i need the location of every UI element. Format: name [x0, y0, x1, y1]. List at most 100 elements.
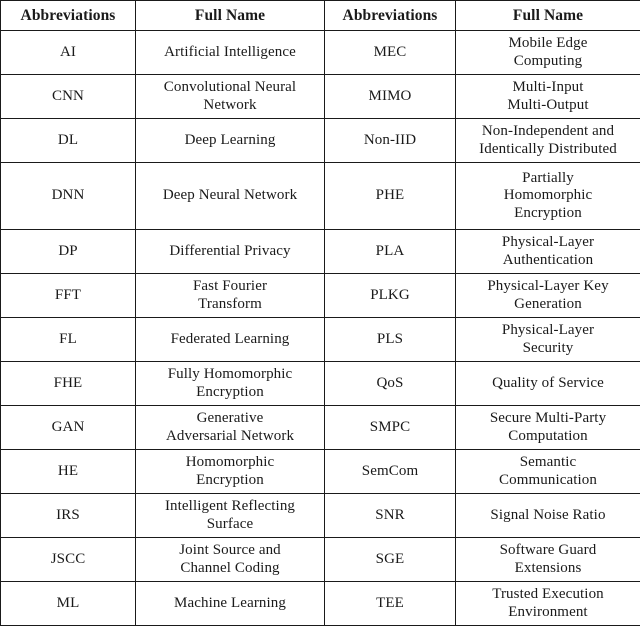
cell-full-name-right: Signal Noise Ratio — [455, 493, 640, 538]
cell-line: Homomorphic — [503, 187, 593, 204]
cell-line: Convolutional Neural — [163, 79, 297, 96]
table-row: FL Federated Learning PLS Physical-Layer Sec… — [0, 317, 640, 362]
cell-line: Physical-Layer — [501, 234, 595, 251]
table-row: ML Machine Learning TEE Trusted Execution En… — [0, 581, 640, 626]
cell-full-name-left: Joint Source and Channel Coding — [135, 537, 325, 582]
cell-line: FFT — [54, 286, 82, 303]
cell-abbreviation-right: Non-IID — [324, 118, 456, 163]
cell-line: Software Guard — [499, 542, 597, 559]
cell-full-name-right: Software Guard Extensions — [455, 537, 640, 582]
cell-line: DL — [57, 131, 79, 148]
cell-abbreviation-left: DP — [0, 229, 136, 274]
table-row: FFT Fast Fourier Transform PLKG Physical-Lay… — [0, 273, 640, 318]
cell-abbreviation-left: FHE — [0, 361, 136, 406]
cell-full-name-left: Homomorphic Encryption — [135, 449, 325, 494]
cell-full-name-right: Multi-Input Multi-Output — [455, 74, 640, 119]
table-row: HE Homomorphic Encryption SemCom Semantic Com… — [0, 449, 640, 494]
cell-abbreviation-left: DL — [0, 118, 136, 163]
table-header: Abbreviations Full Name Abbreviations Fu… — [0, 0, 640, 31]
cell-line: Artificial Intelligence — [164, 43, 296, 60]
cell-full-name-right: Partially Homomorphic Encryption — [455, 162, 640, 230]
cell-line: SemCom — [361, 462, 419, 479]
cell-line: Encryption — [196, 383, 264, 400]
cell-abbreviation-right: PLKG — [324, 273, 456, 318]
table-row: DL Deep Learning Non-IID Non-Independent an… — [0, 118, 640, 163]
cell-abbreviation-right: MIMO — [324, 74, 456, 119]
cell-abbreviation-right: PLS — [324, 317, 456, 362]
cell-line: Surface — [206, 515, 254, 532]
cell-full-name-left: Generative Adversarial Network — [135, 405, 325, 450]
cell-line: PLS — [376, 330, 404, 347]
cell-line: SNR — [375, 506, 405, 523]
cell-line: Communication — [499, 471, 597, 488]
table-row: DNN Deep Neural Network PHE Partially Homomo… — [0, 162, 640, 230]
cell-line: ML — [56, 594, 80, 611]
cell-line: SMPC — [369, 418, 411, 435]
cell-abbreviation-right: PHE — [324, 162, 456, 230]
cell-line: Computation — [508, 427, 588, 444]
cell-abbreviation-left: FFT — [0, 273, 136, 318]
table-row: CNN Convolutional Neural Network MIMO Multi-… — [0, 74, 640, 119]
cell-line: Quality of Service — [492, 374, 604, 391]
cell-full-name-left: Intelligent Reflecting Surface — [135, 493, 325, 538]
cell-line: Physical-Layer — [501, 322, 595, 339]
cell-abbreviation-left: IRS — [0, 493, 136, 538]
cell-line: QoS — [376, 374, 404, 391]
cell-line: PLKG — [370, 286, 410, 303]
cell-line: FL — [59, 330, 77, 347]
table-row: DP Differential Privacy PLA Physical-Layer A… — [0, 229, 640, 274]
cell-abbreviation-left: CNN — [0, 74, 136, 119]
cell-line: Security — [522, 339, 574, 356]
cell-line: GAN — [51, 418, 85, 435]
cell-abbreviation-left: GAN — [0, 405, 136, 450]
cell-line: Fast Fourier — [192, 278, 268, 295]
cell-line: Encryption — [514, 204, 582, 221]
table-row: FHE Fully Homomorphic Encryption QoS Quality… — [0, 361, 640, 406]
cell-abbreviation-right: MEC — [324, 30, 456, 75]
cell-line: Deep Learning — [184, 131, 276, 148]
cell-line: Authentication — [502, 251, 594, 268]
cell-line: Homomorphic — [185, 454, 275, 471]
cell-line: HE — [57, 462, 79, 479]
cell-line: AI — [59, 43, 77, 60]
cell-line: Federated Learning — [170, 330, 290, 347]
abbreviations-table-container: Abbreviations Full Name Abbreviations Fu… — [0, 0, 640, 626]
cell-abbreviation-right: SNR — [324, 493, 456, 538]
cell-full-name-right: Secure Multi-Party Computation — [455, 405, 640, 450]
cell-full-name-left: Artificial Intelligence — [135, 30, 325, 75]
cell-line: Physical-Layer Key — [487, 278, 609, 295]
column-header-full-name-left: Full Name — [135, 0, 325, 31]
cell-abbreviation-right: SemCom — [324, 449, 456, 494]
table-body: AI Artificial Intelligence MEC Mobile Edge C… — [0, 30, 640, 626]
cell-line: DP — [58, 242, 78, 259]
cell-line: Generative — [196, 410, 264, 427]
cell-full-name-left: Deep Neural Network — [135, 162, 325, 230]
cell-line: IRS — [56, 506, 80, 523]
cell-full-name-right: Trusted Execution Environment — [455, 581, 640, 626]
table-header-row: Abbreviations Full Name Abbreviations Fu… — [0, 0, 640, 31]
cell-line: MEC — [373, 43, 407, 60]
cell-full-name-right: Physical-Layer Authentication — [455, 229, 640, 274]
cell-line: Extensions — [514, 559, 582, 576]
cell-line: Adversarial Network — [165, 427, 295, 444]
cell-full-name-right: Physical-Layer Security — [455, 317, 640, 362]
cell-line: TEE — [376, 594, 404, 611]
abbreviations-table: Abbreviations Full Name Abbreviations Fu… — [0, 0, 640, 626]
cell-line: Generation — [514, 295, 582, 312]
cell-full-name-left: Machine Learning — [135, 581, 325, 626]
cell-full-name-left: Federated Learning — [135, 317, 325, 362]
cell-line: CNN — [52, 87, 84, 104]
cell-line: Environment — [508, 603, 588, 620]
cell-line: Differential Privacy — [169, 242, 291, 259]
cell-line: Multi-Input — [512, 79, 584, 96]
table-row: GAN Generative Adversarial Network SMPC Secu… — [0, 405, 640, 450]
cell-full-name-right: Quality of Service — [455, 361, 640, 406]
cell-line: DNN — [51, 187, 85, 204]
cell-full-name-left: Differential Privacy — [135, 229, 325, 274]
cell-abbreviation-right: PLA — [324, 229, 456, 274]
cell-line: Semantic — [519, 454, 577, 471]
cell-line: Signal Noise Ratio — [490, 506, 606, 523]
cell-line: Channel Coding — [180, 559, 280, 576]
cell-line: Identically Distributed — [479, 140, 617, 157]
cell-line: Partially — [522, 169, 574, 186]
